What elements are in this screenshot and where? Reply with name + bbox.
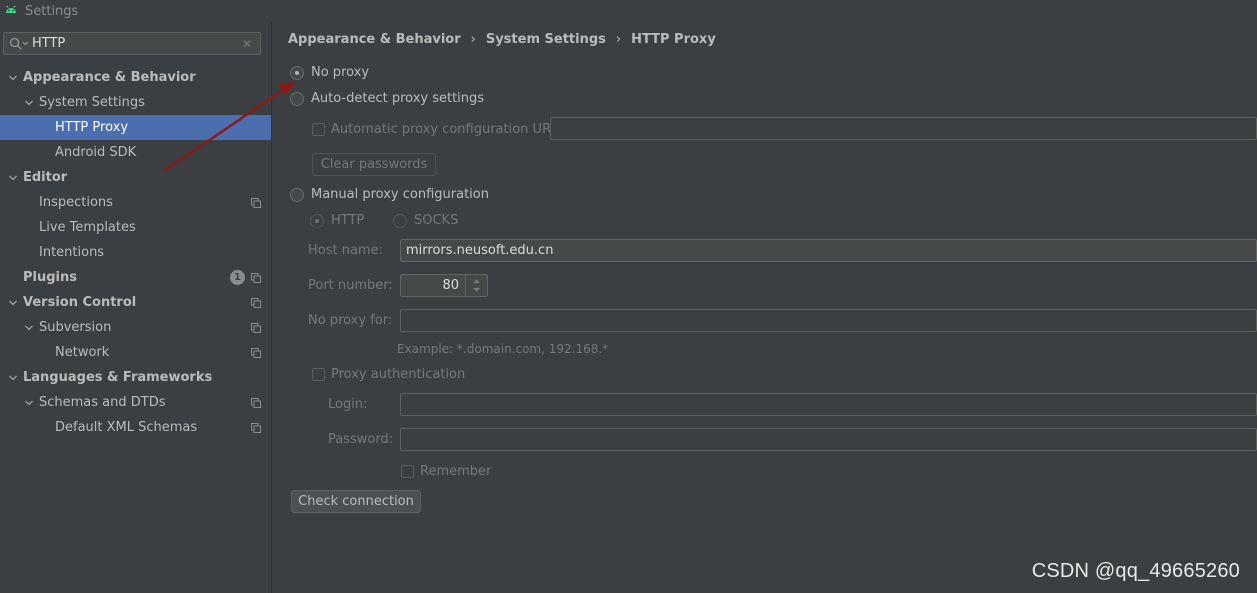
tree-node[interactable]: Live Templates: [0, 215, 271, 240]
http-radio[interactable]: [310, 214, 324, 228]
clear-passwords-label: Clear passwords: [320, 157, 428, 172]
tree-node-label: Inspections: [39, 195, 113, 210]
settings-search[interactable]: HTTP ✕: [3, 32, 261, 55]
auto-config-url-checkbox[interactable]: [312, 123, 325, 136]
breadcrumb-separator: ›: [615, 32, 622, 47]
chevron-down-icon[interactable]: [8, 298, 18, 308]
search-input[interactable]: HTTP: [32, 36, 242, 51]
tree-node[interactable]: Languages & Frameworks: [0, 365, 271, 390]
no-proxy-for-label: No proxy for:: [308, 313, 393, 328]
tree-node-label: Schemas and DTDs: [39, 395, 166, 410]
no-proxy-radio[interactable]: [290, 66, 304, 80]
tree-node-label: Version Control: [23, 295, 137, 310]
tree-node[interactable]: Schemas and DTDs: [0, 390, 271, 415]
login-label: Login:: [328, 397, 368, 412]
no-proxy-label[interactable]: No proxy: [311, 65, 369, 80]
breadcrumb-item: Appearance & Behavior: [288, 32, 461, 47]
proxy-auth-checkbox[interactable]: [312, 368, 325, 381]
tree-node[interactable]: Inspections: [0, 190, 271, 215]
tree-node[interactable]: Default XML Schemas: [0, 415, 271, 440]
search-icon[interactable]: [8, 36, 30, 52]
socks-label: SOCKS: [414, 213, 459, 228]
chevron-down-icon[interactable]: [8, 73, 18, 83]
annotation-arrow-icon: [163, 82, 296, 173]
auto-config-url-field[interactable]: [550, 117, 1257, 140]
tree-node-label: Subversion: [39, 320, 112, 335]
breadcrumb-item: HTTP Proxy: [631, 32, 716, 47]
update-count-badge: 1: [230, 270, 245, 285]
chevron-down-icon[interactable]: [24, 323, 34, 333]
chevron-down-icon[interactable]: [24, 98, 34, 108]
auto-config-url-label: Automatic proxy configuration URL:: [331, 122, 563, 137]
tree-node-label: Intentions: [39, 245, 105, 260]
port-number-spinner[interactable]: 80: [400, 274, 488, 297]
breadcrumb-item: System Settings: [485, 32, 606, 47]
host-name-label: Host name:: [308, 243, 383, 258]
tree-node-label: HTTP Proxy: [55, 120, 129, 135]
port-number-label: Port number:: [308, 278, 393, 293]
project-scope-icon: [251, 198, 261, 208]
http-label: HTTP: [331, 213, 365, 228]
title-bar: Settings: [0, 0, 1257, 22]
host-name-field[interactable]: mirrors.neusoft.edu.cn: [400, 239, 1257, 262]
tree-node-label: Live Templates: [39, 220, 136, 235]
project-scope-icon: [251, 423, 261, 433]
tree-node[interactable]: Plugins 1: [0, 265, 271, 290]
clear-passwords-button[interactable]: Clear passwords: [312, 153, 436, 176]
no-proxy-for-field[interactable]: [400, 309, 1257, 332]
chevron-down-icon[interactable]: [8, 373, 18, 383]
tree-node[interactable]: Intentions: [0, 240, 271, 265]
project-scope-icon: [251, 298, 261, 308]
host-name-value: mirrors.neusoft.edu.cn: [406, 243, 554, 258]
http-proxy-panel: Appearance & Behavior › System Settings …: [272, 22, 1257, 593]
manual-proxy-radio[interactable]: [290, 188, 304, 202]
window-title: Settings: [25, 3, 79, 19]
no-proxy-example: Example: *.domain.com, 192.168.*: [397, 342, 609, 356]
tree-node-label: Android SDK: [55, 145, 137, 160]
login-field[interactable]: [400, 393, 1257, 416]
password-field[interactable]: [400, 428, 1257, 451]
port-number-value: 80: [442, 278, 459, 293]
tree-node[interactable]: Network: [0, 340, 271, 365]
check-connection-button[interactable]: Check connection: [291, 490, 421, 513]
socks-radio[interactable]: [393, 214, 407, 228]
chevron-down-icon[interactable]: [8, 173, 18, 183]
password-label: Password:: [328, 432, 394, 447]
breadcrumb-separator: ›: [470, 32, 476, 47]
tree-node[interactable]: Version Control: [0, 290, 271, 315]
clear-search-icon[interactable]: ✕: [242, 37, 252, 51]
tree-node-label: System Settings: [39, 95, 145, 110]
tree-node-label: Plugins: [23, 270, 77, 285]
tree-node[interactable]: Subversion: [0, 315, 271, 340]
android-studio-icon: [6, 5, 16, 13]
tree-node-label: Editor: [23, 170, 68, 185]
chevron-down-icon[interactable]: [24, 398, 34, 408]
spinner-arrows-icon[interactable]: [465, 275, 487, 296]
project-scope-icon: [251, 323, 261, 333]
tree-node-label: Default XML Schemas: [55, 420, 198, 435]
auto-detect-label[interactable]: Auto-detect proxy settings: [311, 91, 484, 106]
remember-label: Remember: [420, 464, 492, 479]
project-scope-icon: [251, 273, 261, 283]
project-scope-icon: [251, 398, 261, 408]
check-connection-label: Check connection: [298, 494, 414, 509]
remember-checkbox[interactable]: [401, 465, 414, 478]
breadcrumb: Appearance & Behavior › System Settings …: [288, 32, 716, 47]
project-scope-icon: [251, 348, 261, 358]
manual-proxy-label[interactable]: Manual proxy configuration: [311, 187, 489, 202]
proxy-auth-label: Proxy authentication: [331, 367, 466, 382]
tree-node-label: Languages & Frameworks: [23, 370, 213, 385]
watermark: CSDN @qq_49665260: [1031, 560, 1240, 582]
tree-node-label: Network: [55, 345, 110, 360]
